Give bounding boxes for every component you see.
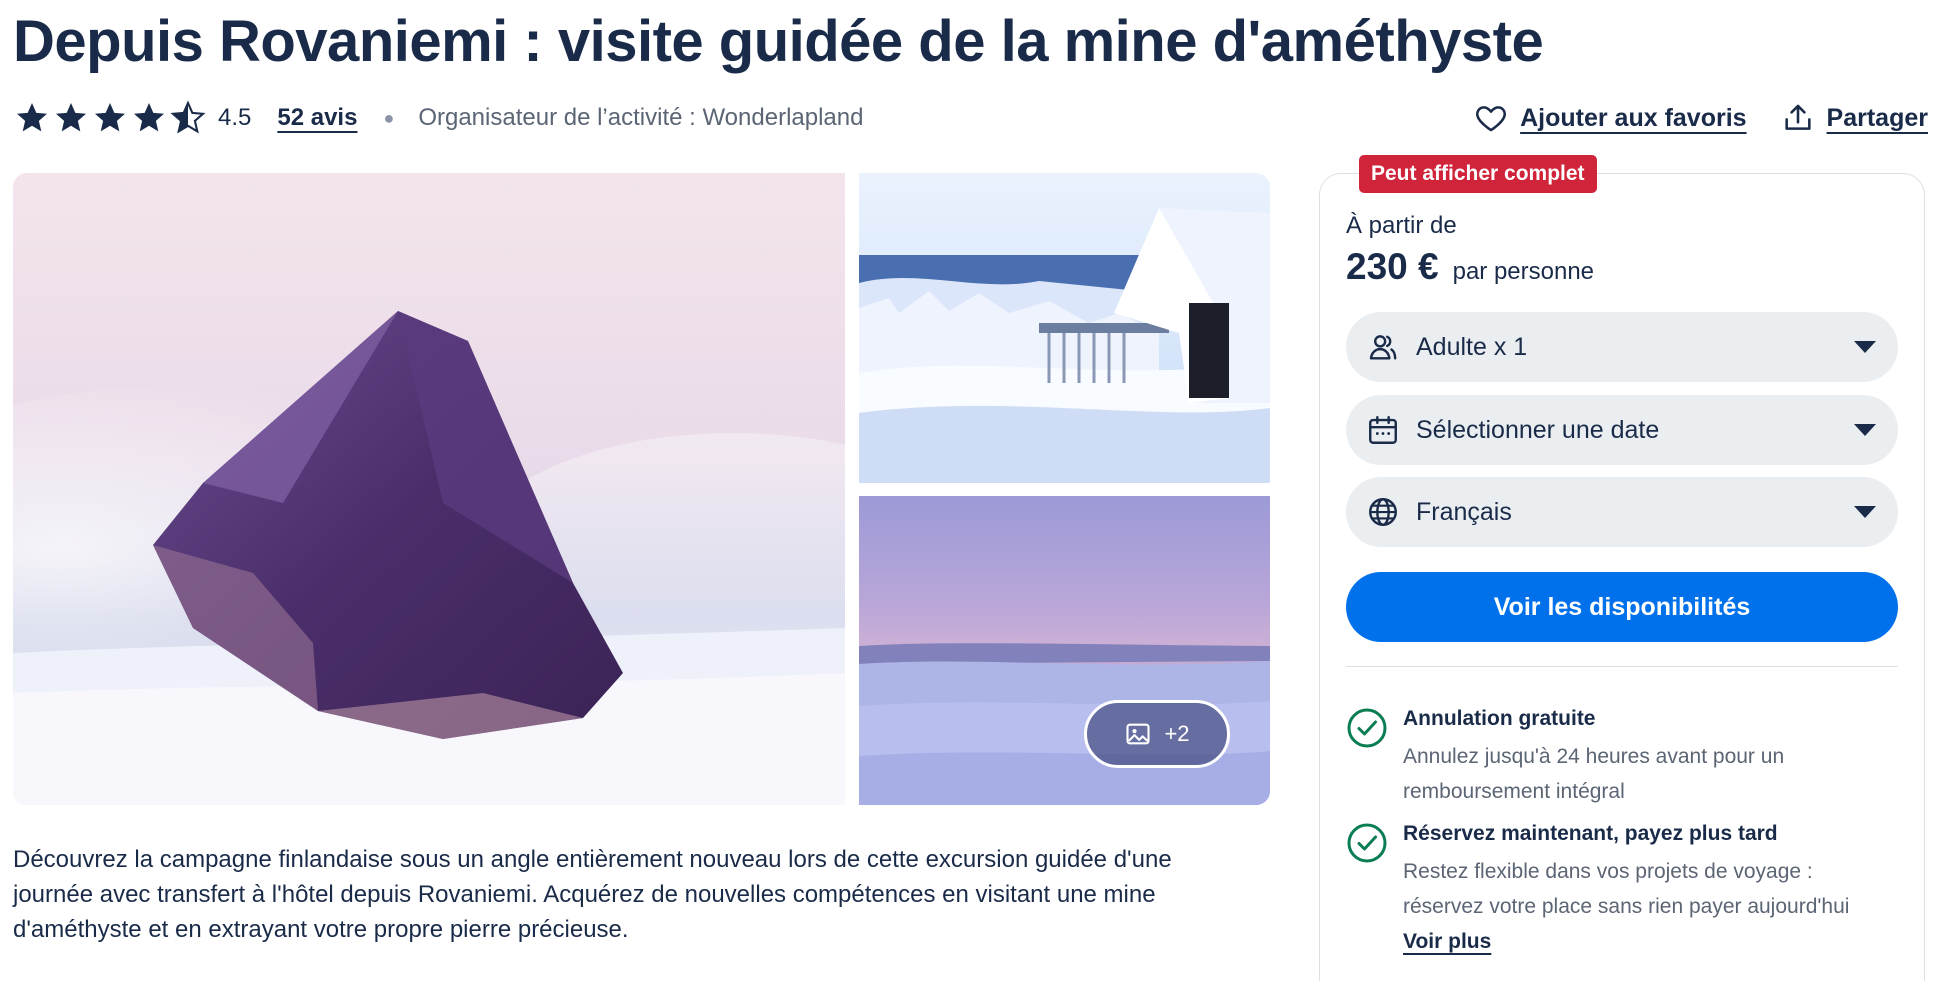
calendar-icon <box>1366 413 1400 447</box>
cabin-photo <box>859 173 1270 483</box>
more-photos-count: +2 <box>1164 721 1190 746</box>
star-full-icon <box>17 103 47 132</box>
rating-value: 4.5 <box>218 104 252 131</box>
date-select[interactable]: Sélectionner une date <box>1346 395 1898 465</box>
globe-icon <box>1366 495 1400 529</box>
favorites-label: Ajouter aux favoris <box>1520 103 1747 132</box>
reviews-link[interactable]: 52 avis <box>277 104 357 132</box>
availability-badge: Peut afficher complet <box>1359 155 1597 193</box>
page-title: Depuis Rovaniemi : visite guidée de la m… <box>13 9 1544 74</box>
perk-description: Annulez jusqu'à 24 heures avant pour un … <box>1403 745 1785 803</box>
share-icon <box>1784 104 1811 130</box>
participants-value: Adulte x 1 <box>1416 332 1528 361</box>
gallery-cabin-image[interactable] <box>859 173 1270 483</box>
participants-select[interactable]: Adulte x 1 <box>1346 312 1898 382</box>
card-divider <box>1346 666 1898 667</box>
star-full-icon <box>56 103 86 132</box>
perk-description: Restez flexible dans vos projets de voya… <box>1403 860 1850 918</box>
perk-title: Annulation gratuite <box>1403 707 1596 730</box>
language-select[interactable]: Français <box>1346 477 1898 547</box>
more-photos-button[interactable]: +2 <box>1084 700 1230 768</box>
chevron-down-icon <box>1852 339 1878 355</box>
price-value: 230 € <box>1346 246 1439 287</box>
add-to-favorites-button[interactable]: Ajouter aux favoris <box>1474 101 1747 135</box>
price-row: 230 € par personne <box>1346 246 1594 288</box>
date-placeholder: Sélectionner une date <box>1416 415 1660 444</box>
rating-stars <box>14 100 206 136</box>
price-per-label: par personne <box>1452 258 1595 285</box>
meta-row: 4.5 52 avis ● Organisateur de l’activité… <box>14 98 1928 138</box>
perk-title: Réservez maintenant, payez plus tard <box>1403 822 1778 845</box>
image-icon <box>1126 723 1151 745</box>
organizer-text: Organisateur de l’activité : Wonderlapla… <box>418 104 864 131</box>
header-actions: Ajouter aux favoris Partager <box>1474 101 1928 135</box>
star-full-icon <box>134 103 164 132</box>
check-availability-button[interactable]: Voir les disponibilités <box>1346 572 1898 642</box>
amethyst-photo <box>13 173 845 805</box>
heart-icon <box>1476 106 1507 132</box>
product-description: Découvrez la campagne finlandaise sous u… <box>13 846 1172 943</box>
chevron-down-icon <box>1852 504 1878 520</box>
star-half-icon <box>170 100 206 134</box>
star-full-icon <box>95 103 125 132</box>
chevron-down-icon <box>1852 422 1878 438</box>
share-label: Partager <box>1826 103 1928 132</box>
check-circle-icon <box>1346 822 1388 864</box>
see-more-link[interactable]: Voir plus <box>1403 930 1491 954</box>
users-icon <box>1366 330 1400 364</box>
language-value: Français <box>1416 497 1512 526</box>
check-circle-icon <box>1346 707 1388 749</box>
share-button[interactable]: Partager <box>1781 101 1928 135</box>
gallery-main-image[interactable] <box>13 173 845 805</box>
separator-dot: ● <box>383 107 395 128</box>
price-from-label: À partir de <box>1346 212 1457 239</box>
